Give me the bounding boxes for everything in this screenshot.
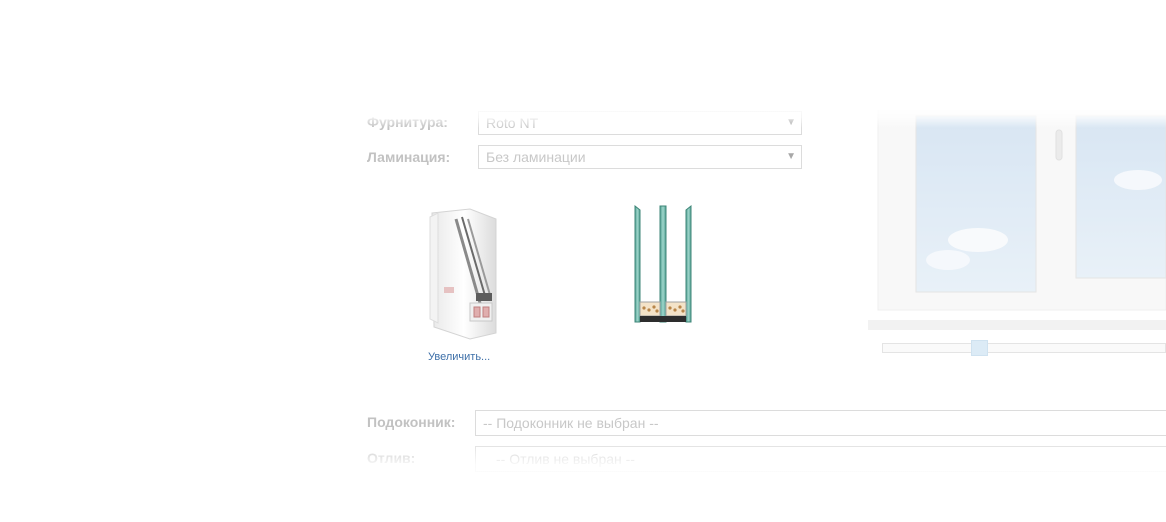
furnitura-label: Фурнитура: <box>367 114 448 130</box>
zoom-link[interactable]: Увеличить... <box>428 351 490 363</box>
podokonnik-row: Подоконник: <box>367 414 455 430</box>
window-preview-image <box>868 109 1166 340</box>
otliv-row: Отлив: <box>367 450 415 466</box>
window-profile-cross-section-icon[interactable] <box>426 207 498 341</box>
chevron-down-icon: ▼ <box>786 117 796 128</box>
furnitura-row: Фурнитура: <box>367 114 448 130</box>
triple-glazing-unit-icon <box>632 204 694 326</box>
podokonnik-select-value: -- Подоконник не выбран -- <box>483 415 659 431</box>
slider-track[interactable] <box>882 343 1166 353</box>
laminacia-label: Ламинация: <box>367 149 451 165</box>
chevron-down-icon: ▼ <box>786 151 796 162</box>
laminacia-select[interactable]: Без ламинации ▼ <box>478 145 802 169</box>
laminacia-select-value: Без ламинации <box>486 149 586 165</box>
top-fade-overlay <box>0 0 1166 128</box>
podokonnik-label: Подоконник: <box>367 414 456 430</box>
furnitura-select[interactable]: Roto NT ▼ <box>478 111 802 135</box>
furnitura-select-value: Roto NT <box>486 115 539 131</box>
otliv-select[interactable]: -- Отлив не выбран -- <box>475 446 1166 472</box>
slider-handle[interactable] <box>971 340 988 356</box>
podokonnik-select[interactable]: -- Подоконник не выбран -- <box>475 410 1166 436</box>
otliv-label: Отлив: <box>367 450 416 466</box>
otliv-select-value: -- Отлив не выбран -- <box>496 451 635 467</box>
laminacia-row: Ламинация: <box>367 149 450 165</box>
